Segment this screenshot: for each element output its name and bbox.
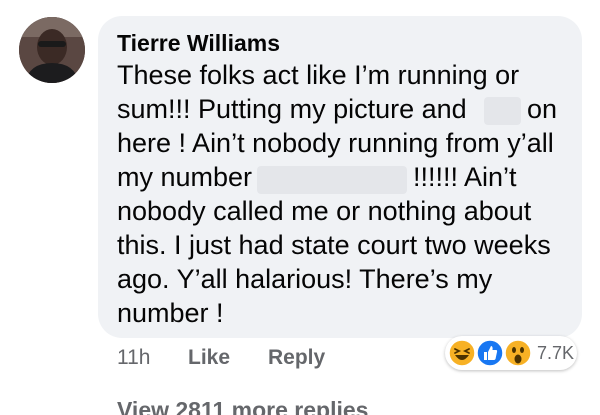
comment-line: ago. Y’all halarious! There’s my [117,264,493,294]
like-button[interactable]: Like [188,345,230,371]
like-icon [476,339,504,367]
comment-line: number ! [117,298,224,328]
comment-line: nobody called me or nothing about [117,196,532,226]
comment-line: These folks act like I’m running or [117,60,520,90]
comment-line: my number [117,162,253,192]
redaction-block [257,166,407,194]
wow-icon [504,339,532,367]
comment-line: on [527,94,558,124]
reaction-count: 7.7K [537,343,575,363]
reply-button[interactable]: Reply [268,345,325,371]
haha-icon [448,339,476,367]
comment-line: !!!!!! Ain’t [413,162,517,192]
reactions-summary[interactable]: 7.7K [445,336,577,370]
comment-author[interactable]: Tierre Williams [117,29,280,57]
view-more-replies-link[interactable]: View 2811 more replies [117,397,368,415]
comment-line: sum!!! Putting my picture and [117,94,467,124]
redaction-block [484,97,521,125]
comment-line: here ! Ain’t nobody running from y’all [117,128,554,158]
comment-timestamp[interactable]: 11h [117,345,150,371]
comment-line: this. I just had state court two weeks [117,230,551,260]
avatar[interactable] [19,17,85,83]
